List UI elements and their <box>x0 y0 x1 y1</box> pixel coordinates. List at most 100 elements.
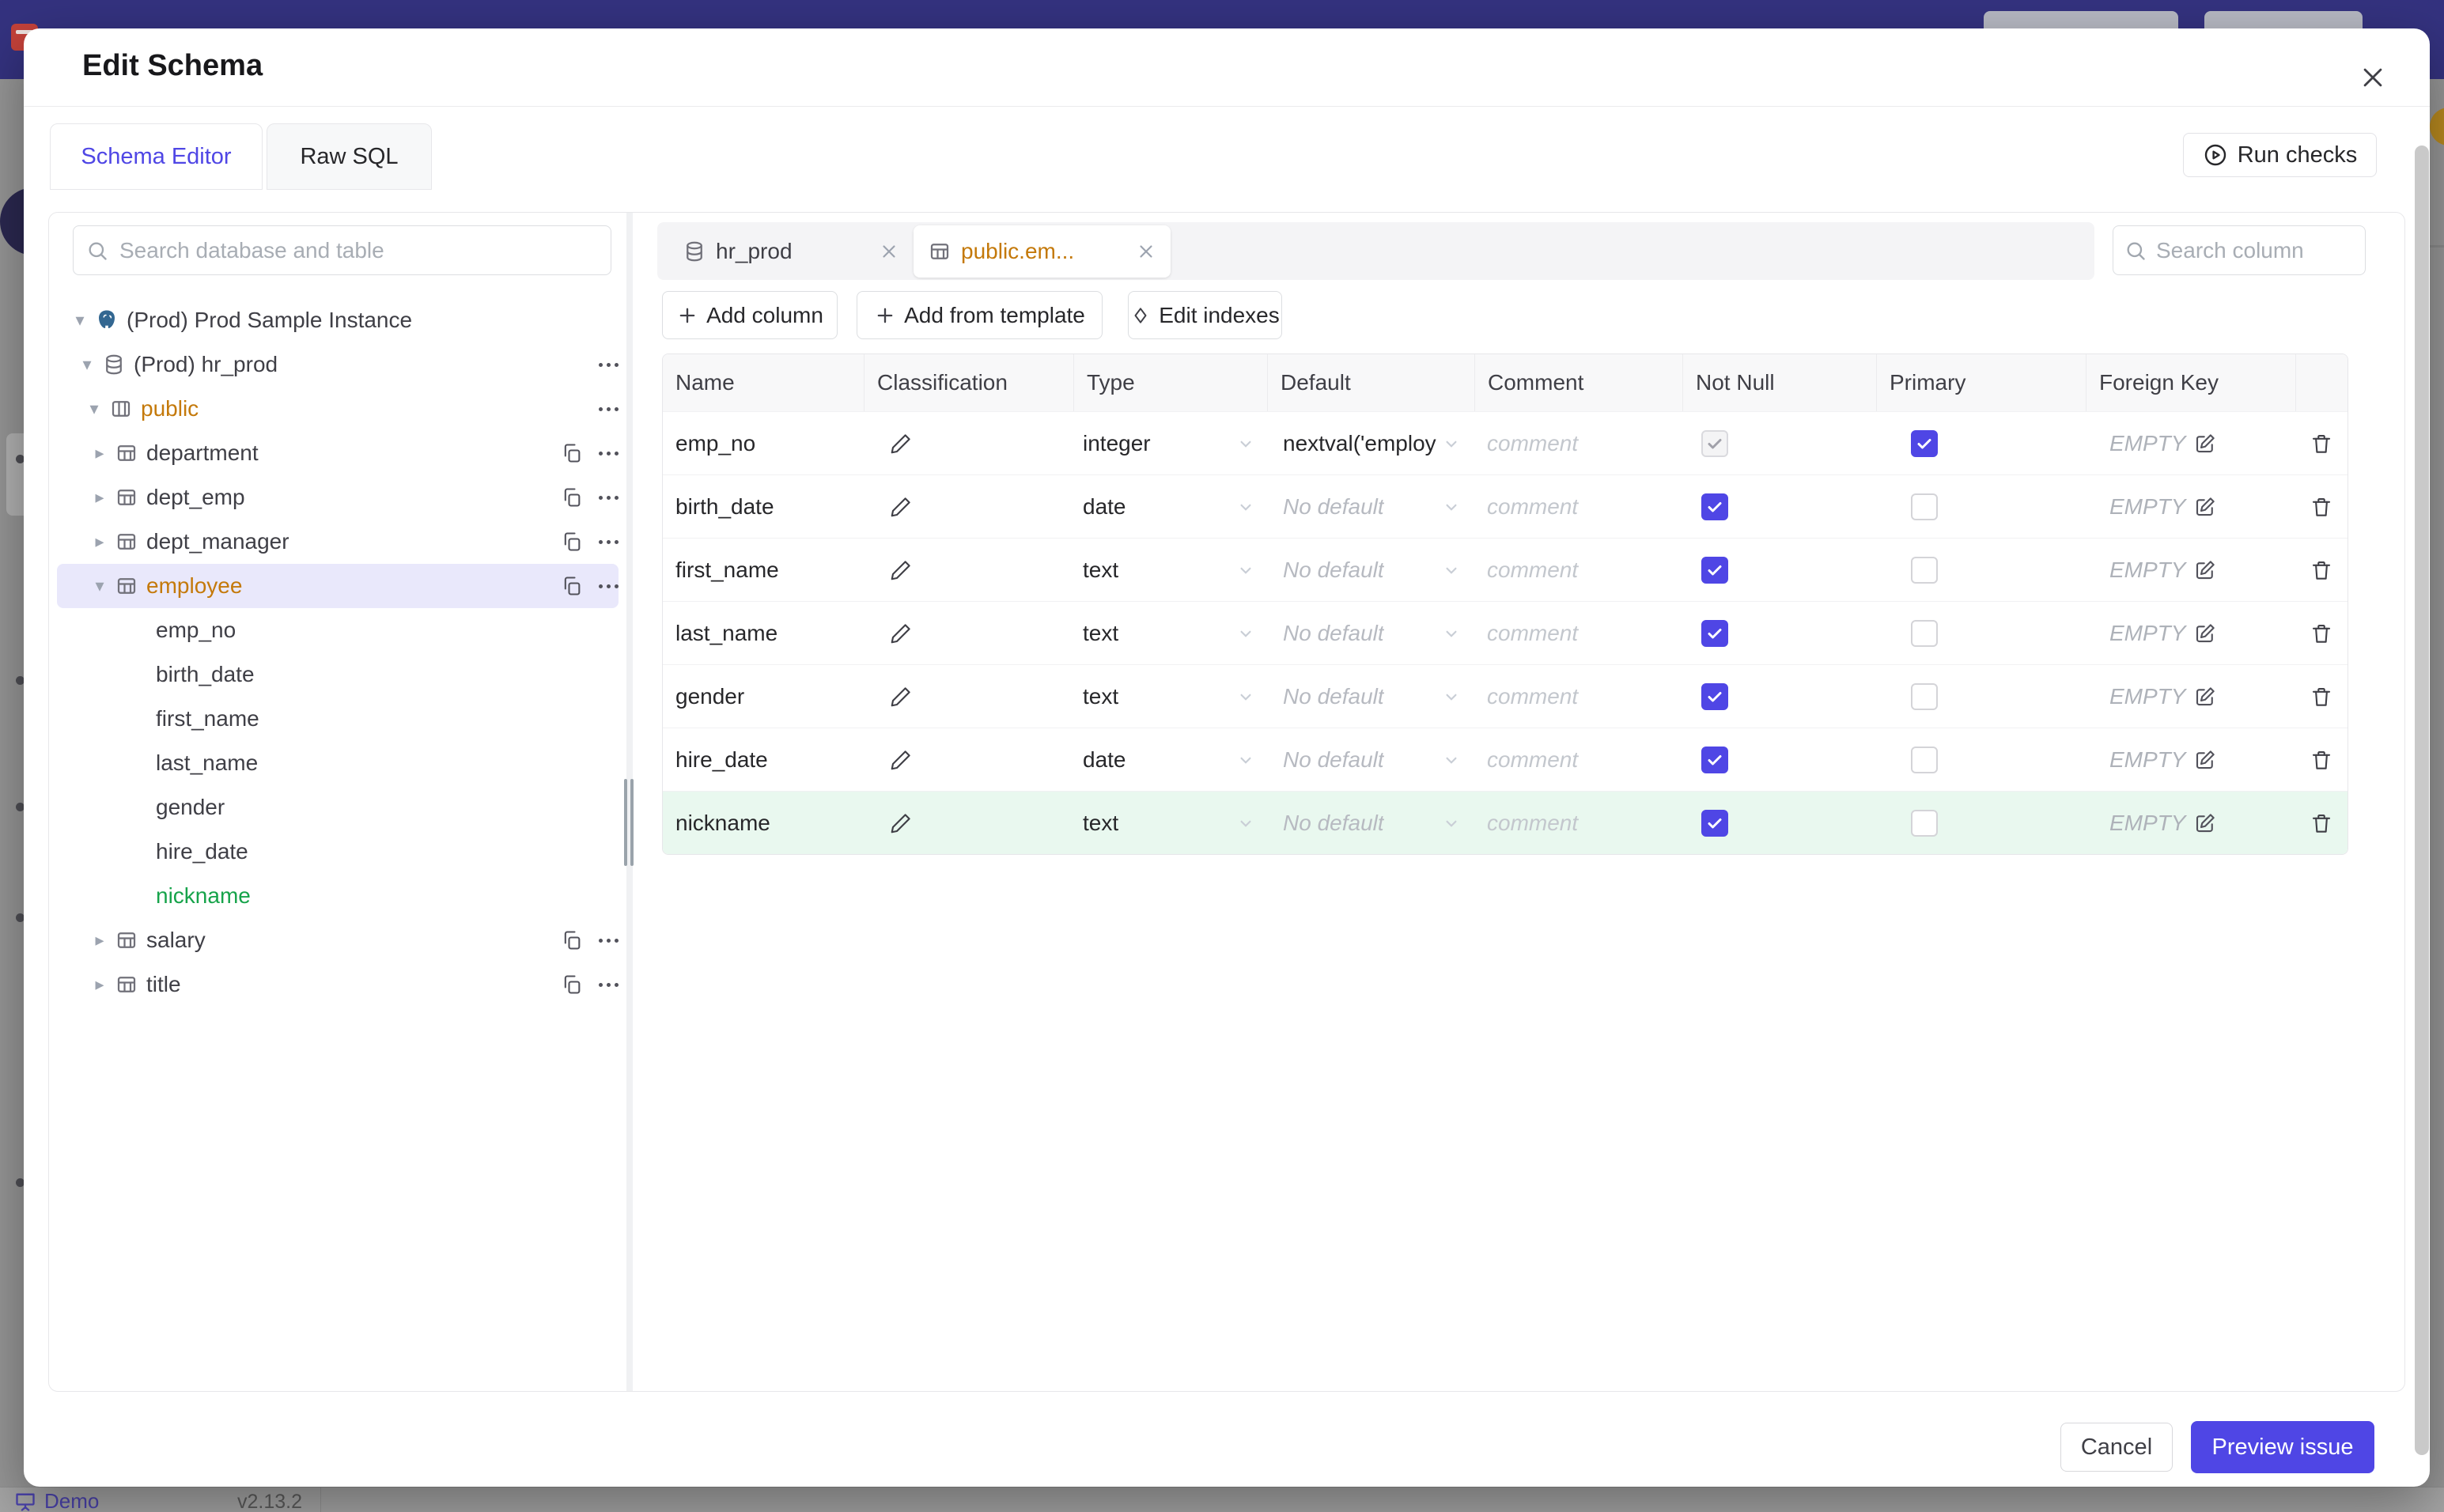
classification-cell[interactable] <box>864 602 1073 664</box>
column-comment-input[interactable]: comment <box>1474 665 1682 728</box>
add-column-button[interactable]: Add column <box>662 291 838 339</box>
delete-column-button[interactable] <box>2295 475 2348 538</box>
column-type-select[interactable]: text <box>1073 602 1267 664</box>
edit-classification-icon[interactable] <box>889 432 913 455</box>
more-actions-icon[interactable] <box>599 584 619 588</box>
column-default-select[interactable]: No default <box>1267 602 1474 664</box>
column-type-select[interactable]: date <box>1073 728 1267 791</box>
classification-cell[interactable] <box>864 792 1073 854</box>
classification-cell[interactable] <box>864 665 1073 728</box>
run-checks-button[interactable]: Run checks <box>2183 133 2377 177</box>
database-search-input[interactable] <box>118 236 598 264</box>
not-null-checkbox[interactable] <box>1701 619 1728 647</box>
column-comment-input[interactable]: comment <box>1474 728 1682 791</box>
column-comment-input[interactable]: comment <box>1474 602 1682 664</box>
delete-column-button[interactable] <box>2295 665 2348 728</box>
close-chip-icon[interactable] <box>1136 241 1156 262</box>
tree-item[interactable]: ▾ (Prod) Prod Sample Instance <box>57 298 619 342</box>
classification-cell[interactable] <box>864 539 1073 601</box>
column-comment-input[interactable]: comment <box>1474 475 1682 538</box>
column-name-cell[interactable]: hire_date <box>663 728 864 791</box>
more-actions-icon[interactable] <box>599 451 619 455</box>
column-name-cell[interactable]: last_name <box>663 602 864 664</box>
primary-checkbox[interactable] <box>1911 746 1938 773</box>
tree-item[interactable]: ▸ salary <box>57 918 619 962</box>
classification-cell[interactable] <box>864 475 1073 538</box>
cancel-button[interactable]: Cancel <box>2060 1423 2173 1472</box>
edit-classification-icon[interactable] <box>889 748 913 772</box>
edit-foreign-key-icon[interactable] <box>2193 495 2217 519</box>
column-type-select[interactable]: date <box>1073 475 1267 538</box>
not-null-checkbox[interactable] <box>1701 809 1728 837</box>
more-actions-icon[interactable] <box>599 406 619 411</box>
delete-column-button[interactable] <box>2295 412 2348 474</box>
tree-item[interactable]: nickname <box>57 874 619 918</box>
column-search-box[interactable] <box>2113 225 2366 275</box>
column-type-select[interactable]: integer <box>1073 412 1267 474</box>
copy-icon[interactable] <box>561 575 583 597</box>
edit-foreign-key-icon[interactable] <box>2193 622 2217 645</box>
primary-checkbox[interactable] <box>1911 619 1938 647</box>
tree-item[interactable]: emp_no <box>57 608 619 652</box>
primary-checkbox[interactable] <box>1911 556 1938 584</box>
edit-classification-icon[interactable] <box>889 558 913 582</box>
column-name-cell[interactable]: emp_no <box>663 412 864 474</box>
classification-cell[interactable] <box>864 728 1073 791</box>
copy-icon[interactable] <box>561 973 583 996</box>
not-null-checkbox[interactable] <box>1701 493 1728 520</box>
delete-column-button[interactable] <box>2295 728 2348 791</box>
delete-column-button[interactable] <box>2295 792 2348 854</box>
tree-item[interactable]: ▸ title <box>57 962 619 1007</box>
preview-issue-button[interactable]: Preview issue <box>2191 1421 2374 1473</box>
caret-icon[interactable]: ▸ <box>89 487 110 508</box>
primary-checkbox[interactable] <box>1911 429 1938 457</box>
column-default-select[interactable]: No default <box>1267 475 1474 538</box>
column-name-cell[interactable]: first_name <box>663 539 864 601</box>
caret-icon[interactable]: ▾ <box>89 576 110 596</box>
column-default-select[interactable]: No default <box>1267 792 1474 854</box>
caret-icon[interactable]: ▸ <box>89 974 110 995</box>
more-actions-icon[interactable] <box>599 982 619 987</box>
column-name-cell[interactable]: gender <box>663 665 864 728</box>
tree-item[interactable]: ▾ (Prod) hr_prod <box>57 342 619 387</box>
tab-raw-sql[interactable]: Raw SQL <box>267 123 432 190</box>
edit-indexes-button[interactable]: Edit indexes <box>1128 291 1282 339</box>
column-comment-input[interactable]: comment <box>1474 539 1682 601</box>
edit-foreign-key-icon[interactable] <box>2193 558 2217 582</box>
edit-classification-icon[interactable] <box>889 811 913 835</box>
column-default-select[interactable]: No default <box>1267 665 1474 728</box>
column-type-select[interactable]: text <box>1073 539 1267 601</box>
tree-item[interactable]: ▸ dept_manager <box>57 520 619 564</box>
edit-classification-icon[interactable] <box>889 685 913 709</box>
tab-chip-table-active[interactable]: public.em... <box>914 225 1171 278</box>
column-comment-input[interactable]: comment <box>1474 412 1682 474</box>
caret-icon[interactable]: ▸ <box>89 930 110 951</box>
tree-item[interactable]: hire_date <box>57 830 619 874</box>
delete-column-button[interactable] <box>2295 539 2348 601</box>
tree-item[interactable]: first_name <box>57 697 619 741</box>
edit-classification-icon[interactable] <box>889 622 913 645</box>
column-type-select[interactable]: text <box>1073 792 1267 854</box>
add-from-template-button[interactable]: Add from template <box>857 291 1103 339</box>
more-actions-icon[interactable] <box>599 362 619 367</box>
caret-icon[interactable]: ▾ <box>70 310 90 331</box>
more-actions-icon[interactable] <box>599 495 619 500</box>
tree-item[interactable]: gender <box>57 785 619 830</box>
delete-column-button[interactable] <box>2295 602 2348 664</box>
edit-classification-icon[interactable] <box>889 495 913 519</box>
tab-schema-editor[interactable]: Schema Editor <box>50 123 263 190</box>
edit-foreign-key-icon[interactable] <box>2193 811 2217 835</box>
column-name-cell[interactable]: nickname <box>663 792 864 854</box>
not-null-checkbox[interactable] <box>1701 556 1728 584</box>
primary-checkbox[interactable] <box>1911 682 1938 710</box>
tree-item[interactable]: birth_date <box>57 652 619 697</box>
not-null-checkbox[interactable] <box>1701 429 1728 457</box>
not-null-checkbox[interactable] <box>1701 746 1728 773</box>
caret-icon[interactable]: ▾ <box>84 399 104 419</box>
copy-icon[interactable] <box>561 486 583 508</box>
edit-foreign-key-icon[interactable] <box>2193 685 2217 709</box>
caret-icon[interactable]: ▸ <box>89 443 110 463</box>
not-null-checkbox[interactable] <box>1701 682 1728 710</box>
close-chip-icon[interactable] <box>879 241 899 262</box>
primary-checkbox[interactable] <box>1911 809 1938 837</box>
